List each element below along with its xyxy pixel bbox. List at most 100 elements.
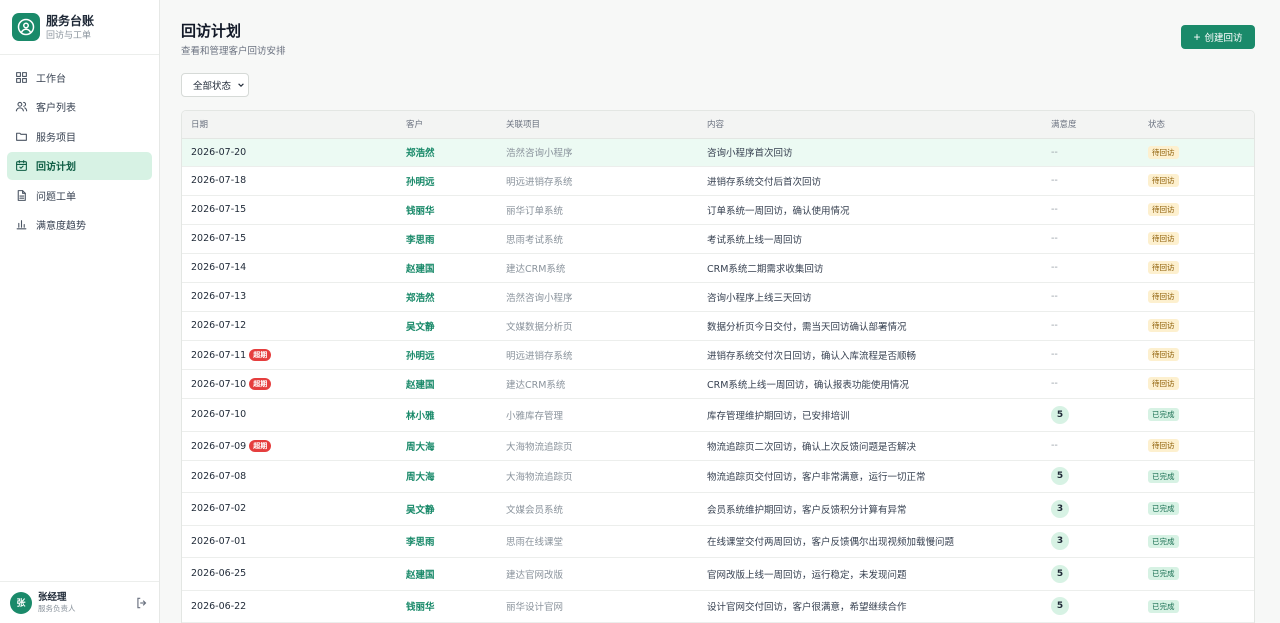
- satisfaction-empty: --: [1051, 262, 1058, 273]
- project-name: 小雅库存管理: [506, 410, 564, 422]
- status-filter-value: 全部状态: [193, 81, 232, 92]
- project-name: 浩然咨询小程序: [506, 292, 573, 304]
- status-badge: 已完成: [1148, 599, 1179, 613]
- brand-title: 服务台账: [46, 13, 95, 28]
- table-row[interactable]: 2026-07-08 周大海 大海物流追踪页 物流追踪页交付回访，客户非常满意，运行一…: [182, 460, 1254, 493]
- customer-link[interactable]: 吴文静: [406, 322, 435, 333]
- overdue-badge: 超期: [249, 377, 272, 390]
- status-badge: 已完成: [1148, 567, 1179, 580]
- satisfaction-empty: --: [1051, 378, 1058, 389]
- status-badge: 待回访: [1148, 348, 1179, 361]
- project-name: 丽华订单系统: [506, 205, 564, 217]
- satisfaction-score: 5: [1051, 564, 1069, 583]
- visit-content: CRM系统二期需求收集回访: [707, 263, 824, 275]
- header-status[interactable]: 状态: [1139, 111, 1254, 139]
- project-name: 建达官网改版: [506, 569, 564, 581]
- table-row[interactable]: 2026-07-15 钱丽华 丽华订单系统 订单系统一周回访，确认使用情况 -- 待回访: [182, 195, 1254, 225]
- create-visit-label: 创建回访: [1204, 33, 1243, 44]
- table-row[interactable]: 2026-06-25 赵建国 建达官网改版 官网改版上线一周回访，运行稳定，未发现问题…: [182, 557, 1254, 591]
- avatar[interactable]: 张: [10, 591, 32, 614]
- sidebar-item-2[interactable]: 服务项目: [7, 122, 152, 150]
- user-circle-icon: [12, 13, 40, 41]
- sidebar-item-4[interactable]: 问题工单: [7, 181, 152, 209]
- customer-link[interactable]: 李思雨: [406, 235, 435, 246]
- customer-link[interactable]: 林小雅: [406, 411, 435, 422]
- table-row[interactable]: 2026-07-09 超期 周大海 大海物流追踪页 物流追踪页二次回访，确认上次反馈问题…: [182, 431, 1254, 461]
- plus-icon: +: [1193, 30, 1201, 44]
- visit-content: 进销存系统交付次日回访，确认入库流程是否顺畅: [707, 350, 917, 362]
- customer-link[interactable]: 钱丽华: [406, 206, 435, 217]
- sidebar-item-0[interactable]: 工作台: [7, 63, 152, 91]
- header-project[interactable]: 关联项目: [497, 111, 698, 139]
- customer-link[interactable]: 周大海: [406, 442, 435, 453]
- visit-date: 2026-07-13: [191, 291, 247, 302]
- customer-link[interactable]: 赵建国: [406, 380, 435, 391]
- customer-link[interactable]: 周大海: [406, 472, 435, 483]
- project-name: 明远进销存系统: [506, 176, 573, 188]
- header-customer[interactable]: 客户: [397, 111, 497, 139]
- visit-content: 咨询小程序上线三天回访: [707, 292, 812, 304]
- visit-date: 2026-07-08: [191, 470, 247, 482]
- satisfaction-score: 3: [1051, 532, 1069, 550]
- status-badge: 已完成: [1148, 502, 1179, 515]
- visit-date: 2026-07-18: [191, 175, 247, 186]
- table-row[interactable]: 2026-07-11 超期 孙明远 明远进销存系统 进销存系统交付次日回访，确认入库流程…: [182, 340, 1254, 370]
- sidebar-item-label: 客户列表: [36, 103, 76, 115]
- sidebar-item-label: 服务项目: [36, 132, 76, 144]
- customer-link[interactable]: 赵建国: [406, 264, 435, 275]
- status-badge: 已完成: [1148, 534, 1179, 548]
- visit-date: 2026-07-09: [191, 440, 247, 452]
- visit-content: 订单系统一周回访，确认使用情况: [707, 205, 850, 217]
- table-row[interactable]: 2026-06-22 钱丽华 丽华设计官网 设计官网交付回访，客户很满意，希望继续合作…: [182, 590, 1254, 623]
- sidebar-item-1[interactable]: 客户列表: [7, 93, 152, 121]
- table-row[interactable]: 2026-07-12 吴文静 文媒数据分析页 数据分析页今日交付，需当天回访确认部署情…: [182, 311, 1254, 341]
- visit-date: 2026-06-22: [191, 600, 247, 612]
- customer-link[interactable]: 赵建国: [406, 570, 435, 581]
- customer-link[interactable]: 李思雨: [406, 537, 435, 548]
- customer-link[interactable]: 钱丽华: [406, 602, 435, 613]
- table-row[interactable]: 2026-07-01 李思雨 思雨在线课堂 在线课堂交付两周回访，客户反馈偶尔出现视频…: [182, 525, 1254, 558]
- sidebar-nav: 工作台客户列表服务项目回访计划 问题工单 满意度趋势: [0, 55, 159, 249]
- project-name: 明远进销存系统: [506, 350, 573, 362]
- visit-date: 2026-07-15: [191, 204, 247, 215]
- visit-content: 进销存系统交付后首次回访: [707, 176, 822, 188]
- project-name: 大海物流追踪页: [506, 441, 573, 453]
- customer-link[interactable]: 孙明远: [406, 351, 435, 362]
- sidebar-item-5[interactable]: 满意度趋势: [7, 211, 152, 239]
- header-satisfaction[interactable]: 满意度: [1042, 111, 1139, 139]
- table-row[interactable]: 2026-07-02 吴文静 文媒会员系统 会员系统维护期回访，客户反馈积分计算有异常…: [182, 492, 1254, 526]
- customer-link[interactable]: 吴文静: [406, 505, 435, 516]
- table-row[interactable]: 2026-07-14 赵建国 建达CRM系统 CRM系统二期需求收集回访 -- 待回访: [182, 253, 1254, 283]
- status-filter-select[interactable]: 全部状态: [181, 73, 249, 97]
- status-badge: 待回访: [1148, 174, 1179, 187]
- visit-date: 2026-06-25: [191, 568, 247, 579]
- user-name: 张经理: [38, 591, 67, 603]
- table-row[interactable]: 2026-07-10 超期 赵建国 建达CRM系统 CRM系统上线一周回访，确认报表功能…: [182, 369, 1254, 399]
- visit-content: 物流追踪页交付回访，客户非常满意，运行一切正常: [707, 472, 926, 483]
- status-badge: 待回访: [1148, 261, 1179, 274]
- satisfaction-empty: --: [1051, 349, 1058, 360]
- table-row[interactable]: 2026-07-20 郑浩然 浩然咨询小程序 咨询小程序首次回访 -- 待回访: [182, 138, 1254, 167]
- status-badge: 待回访: [1148, 290, 1179, 303]
- brand: 服务台账 回访与工单: [0, 0, 159, 55]
- customer-link[interactable]: 郑浩然: [406, 293, 435, 304]
- visit-date: 2026-07-10: [191, 378, 247, 390]
- header-content[interactable]: 内容: [698, 111, 1042, 139]
- sidebar-item-3[interactable]: 回访计划: [7, 151, 152, 180]
- customer-link[interactable]: 郑浩然: [406, 148, 435, 159]
- project-name: 大海物流追踪页: [506, 472, 573, 483]
- satisfaction-empty: --: [1051, 146, 1058, 158]
- satisfaction-score: 5: [1051, 467, 1069, 485]
- customer-link[interactable]: 孙明远: [406, 177, 435, 188]
- logout-icon[interactable]: [135, 596, 149, 610]
- table-row[interactable]: 2026-07-18 孙明远 明远进销存系统 进销存系统交付后首次回访 -- 待回访: [182, 166, 1254, 196]
- project-name: 文媒数据分析页: [506, 321, 573, 333]
- header-date[interactable]: 日期: [182, 111, 397, 139]
- table-row[interactable]: 2026-07-13 郑浩然 浩然咨询小程序 咨询小程序上线三天回访 -- 待回访: [182, 282, 1254, 312]
- table-row[interactable]: 2026-07-15 李思雨 思雨考试系统 考试系统上线一周回访 -- 待回访: [182, 224, 1254, 254]
- status-badge: 待回访: [1148, 377, 1179, 390]
- table-row[interactable]: 2026-07-10 林小雅 小雅库存管理 库存管理维护期回访，已安排培训 5 已完成: [182, 398, 1254, 432]
- table-body: 2026-07-20 郑浩然 浩然咨询小程序 咨询小程序首次回访 -- 待回访 2026-0…: [182, 138, 1254, 623]
- create-visit-button[interactable]: + 创建回访: [1181, 25, 1255, 49]
- status-badge: 待回访: [1148, 439, 1179, 452]
